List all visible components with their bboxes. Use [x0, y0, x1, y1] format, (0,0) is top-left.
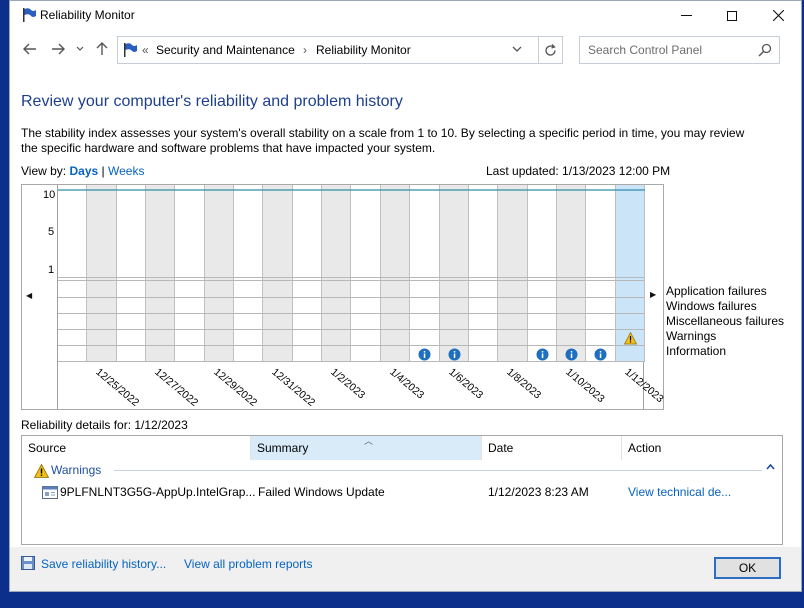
y-tick-label: 5	[48, 226, 55, 238]
breadcrumb-reliability-monitor[interactable]: Reliability Monitor	[316, 43, 411, 57]
grid-line	[58, 329, 645, 330]
scroll-left-button[interactable]: ◀	[26, 291, 32, 300]
app-window-icon	[42, 486, 58, 499]
legend-entry: Warnings	[666, 329, 717, 343]
search-icon[interactable]	[758, 43, 772, 57]
title-bar: Reliability Monitor	[10, 1, 801, 30]
grid-line	[58, 297, 645, 298]
recent-locations-button[interactable]	[74, 39, 86, 59]
legend-entry: Miscellaneous failures	[666, 314, 785, 328]
save-icon	[21, 556, 35, 570]
close-icon	[772, 10, 784, 21]
view-all-reports-link[interactable]: View all problem reports	[184, 557, 313, 571]
search-box[interactable]	[579, 36, 780, 64]
group-divider	[114, 470, 762, 471]
reliability-monitor-window: Reliability Monitor « Security and Maint…	[9, 0, 802, 592]
x-tick-label: 1/4/2023	[387, 366, 427, 402]
information-event-icon[interactable]	[418, 348, 431, 361]
y-tick-label: 1	[48, 264, 55, 276]
legend-entry: Application failures	[666, 284, 767, 298]
back-button[interactable]	[20, 39, 40, 59]
breadcrumb-separator: ›	[303, 43, 307, 57]
collapse-group-button[interactable]	[766, 462, 775, 473]
up-button[interactable]	[92, 39, 112, 59]
chevron-up-icon	[766, 463, 775, 470]
x-tick-label: 12/31/2022	[269, 366, 318, 409]
stability-index-line	[58, 189, 645, 191]
reliability-chart[interactable]: 10 5 1 ◀ 12/25/2022 12/27/2022 12/29/2022 1…	[21, 184, 665, 410]
information-event-icon[interactable]	[565, 348, 578, 361]
breadcrumb-security-maintenance[interactable]: Security and Maintenance	[156, 43, 295, 57]
information-event-icon[interactable]	[448, 348, 461, 361]
view-days-link[interactable]: Days	[69, 164, 98, 178]
column-header-source[interactable]: Source	[22, 436, 251, 460]
group-label: Warnings	[51, 463, 102, 477]
detail-date[interactable]: 1/12/2023 8:23 AM	[488, 485, 589, 499]
view-weeks-link[interactable]: Weeks	[108, 164, 144, 178]
search-input[interactable]	[580, 37, 750, 63]
column-header-action[interactable]: Action	[622, 436, 782, 460]
x-tick-label: 1/8/2023	[504, 366, 544, 402]
address-bar[interactable]: « Security and Maintenance › Reliability…	[117, 36, 539, 64]
grid-line	[58, 313, 645, 314]
event-legend: Application failures Windows failures Misc…	[666, 284, 784, 359]
x-tick-label: 1/2/2023	[328, 366, 368, 402]
forward-arrow-icon	[52, 43, 65, 55]
warning-event-icon[interactable]	[623, 331, 637, 345]
warning-icon	[34, 464, 49, 478]
detail-summary[interactable]: Failed Windows Update	[258, 485, 385, 499]
close-button[interactable]	[755, 1, 801, 30]
sort-ascending-icon: ︿	[364, 436, 374, 446]
details-label: Reliability details for: 1/12/2023	[21, 418, 188, 432]
back-arrow-icon	[23, 43, 36, 55]
chevron-down-icon	[76, 46, 84, 51]
ok-button[interactable]: OK	[714, 557, 781, 579]
x-tick-label: 1/6/2023	[445, 366, 485, 402]
x-tick-label: 1/12/2023	[621, 366, 666, 406]
y-tick-label: 10	[43, 189, 56, 201]
minimize-button[interactable]	[663, 1, 709, 30]
address-dropdown[interactable]	[512, 42, 522, 59]
view-by-selector: View by: Days | Weeks	[21, 164, 144, 178]
x-tick-label: 12/27/2022	[152, 366, 201, 409]
up-arrow-icon	[96, 42, 108, 55]
chevron-down-icon	[512, 46, 522, 52]
page-description: The stability index assesses your system…	[21, 126, 745, 155]
address-overflow[interactable]: «	[142, 43, 149, 57]
footer-bar: Save reliability history... View all pro…	[10, 547, 801, 591]
chart-plot-area[interactable]: 12/25/2022 12/27/2022 12/29/2022 12/31/2022…	[57, 185, 665, 410]
save-history-link[interactable]: Save reliability history...	[41, 557, 166, 571]
legend-entry: Information	[666, 344, 727, 358]
view-technical-details-link[interactable]: View technical de...	[628, 485, 731, 499]
maximize-button[interactable]	[709, 1, 755, 30]
grid-line	[58, 361, 645, 362]
view-by-label: View by:	[21, 164, 67, 178]
forward-button[interactable]	[48, 39, 68, 59]
x-tick-label: 12/29/2022	[211, 366, 260, 409]
group-warnings[interactable]: Warnings	[28, 462, 778, 480]
last-updated: Last updated: 1/13/2023 12:00 PM	[486, 164, 671, 178]
grid-line	[58, 345, 645, 346]
refresh-button[interactable]	[539, 36, 563, 64]
information-event-icon[interactable]	[536, 348, 549, 361]
page-title: Review your computer's reliability and p…	[21, 93, 403, 110]
column-header-date[interactable]: Date	[482, 436, 622, 460]
flag-icon	[23, 8, 36, 22]
maximize-icon	[727, 10, 737, 21]
x-tick-label: 12/25/2022	[93, 366, 142, 409]
flag-icon	[124, 43, 137, 57]
details-table: Source Summary ︿ Date Action Warnings 9P…	[21, 435, 783, 545]
window-title: Reliability Monitor	[40, 8, 135, 22]
detail-source[interactable]: 9PLFNLNT3G5G-AppUp.IntelGrap...	[60, 485, 255, 499]
information-event-icon[interactable]	[594, 348, 607, 361]
grid-line	[58, 277, 645, 278]
minimize-icon	[680, 15, 692, 16]
x-tick-label: 1/10/2023	[563, 366, 607, 406]
grid-line	[58, 280, 645, 281]
refresh-icon	[545, 43, 556, 56]
view-separator: |	[101, 164, 105, 178]
legend-entry: Windows failures	[666, 299, 757, 313]
scroll-right-button[interactable]: ▶	[650, 290, 656, 299]
